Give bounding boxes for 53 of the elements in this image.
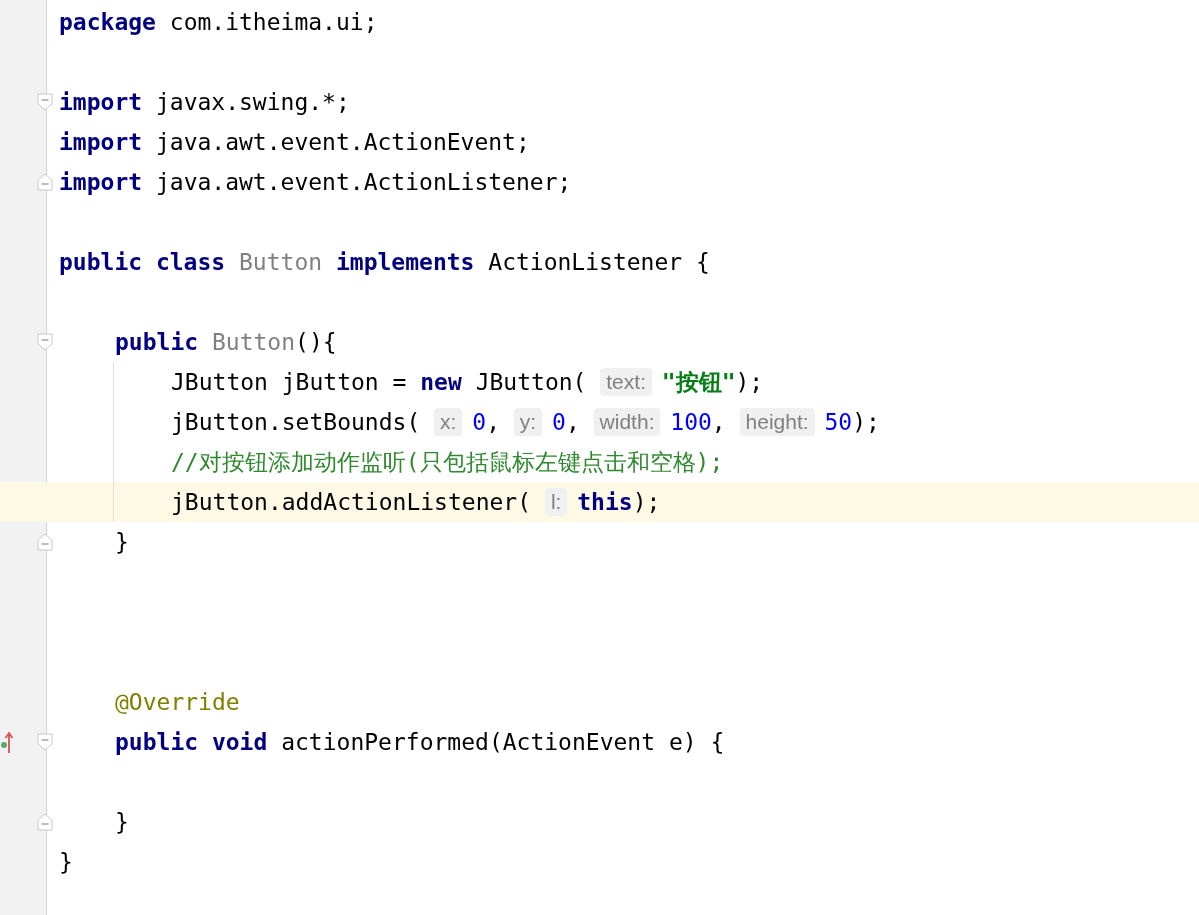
code-comment: //对按钮添加动作监听(只包括鼠标左键点击和空格);: [171, 447, 724, 477]
code-text: ,: [565, 409, 581, 435]
code-keyword: public class: [59, 249, 226, 275]
code-keyword: import: [59, 129, 143, 155]
code-text: jButton.setBounds(: [171, 409, 422, 435]
number-literal: 0: [471, 409, 487, 435]
parameter-hint: x:: [434, 408, 463, 436]
code-text: ActionListener {: [487, 249, 710, 275]
annotation: @Override: [115, 689, 240, 715]
parameter-hint: width:: [593, 408, 661, 436]
code-text: }: [115, 809, 129, 835]
code-keyword: import: [59, 169, 143, 195]
code-keyword: public void: [115, 729, 268, 755]
code-text: }: [115, 529, 129, 555]
fold-marker-icon[interactable]: [37, 533, 53, 551]
code-text: ,: [486, 409, 501, 435]
code-text: java.awt.event.ActionListener;: [154, 169, 572, 195]
code-keyword: package: [59, 9, 156, 35]
code-text: }: [59, 849, 73, 875]
code-keyword: this: [576, 489, 633, 515]
code-editor[interactable]: [0, 0, 1199, 915]
code-keyword: public: [115, 329, 199, 355]
code-text: com.itheima.ui;: [168, 9, 378, 35]
code-text: java.awt.event.ActionEvent;: [154, 129, 530, 155]
fold-marker-icon[interactable]: [37, 733, 53, 751]
implements-arrow-icon[interactable]: [1, 731, 13, 753]
code-text: jButton.addActionListener(: [171, 489, 533, 515]
number-literal: 100: [669, 409, 712, 435]
fold-marker-icon[interactable]: [37, 173, 53, 191]
parameter-hint: height:: [739, 408, 815, 436]
code-text: JButton(: [474, 369, 588, 395]
number-literal: 50: [823, 409, 853, 435]
code-text: (){: [295, 329, 337, 355]
code-text: );: [735, 369, 764, 395]
code-text: actionPerformed(ActionEvent e) {: [280, 729, 725, 755]
code-text: JButton jButton =: [171, 369, 408, 395]
number-literal: 0: [551, 409, 566, 435]
code-text: ,: [711, 409, 727, 435]
code-text: );: [852, 409, 880, 435]
code-keyword: new: [420, 369, 462, 395]
fold-marker-icon[interactable]: [37, 93, 53, 111]
fold-marker-icon[interactable]: [37, 813, 53, 831]
parameter-hint: y:: [513, 408, 543, 436]
code-text: );: [632, 489, 661, 515]
string-literal: "按钮": [660, 367, 736, 397]
code-keyword: import: [59, 89, 143, 115]
code-text: javax.swing.*;: [154, 89, 350, 115]
fold-marker-icon[interactable]: [37, 333, 53, 351]
parameter-hint: text:: [600, 368, 652, 396]
class-name: Button: [210, 329, 296, 355]
parameter-hint: l:: [544, 488, 568, 516]
code-keyword: implements: [334, 249, 475, 275]
class-name: Button: [238, 249, 323, 275]
